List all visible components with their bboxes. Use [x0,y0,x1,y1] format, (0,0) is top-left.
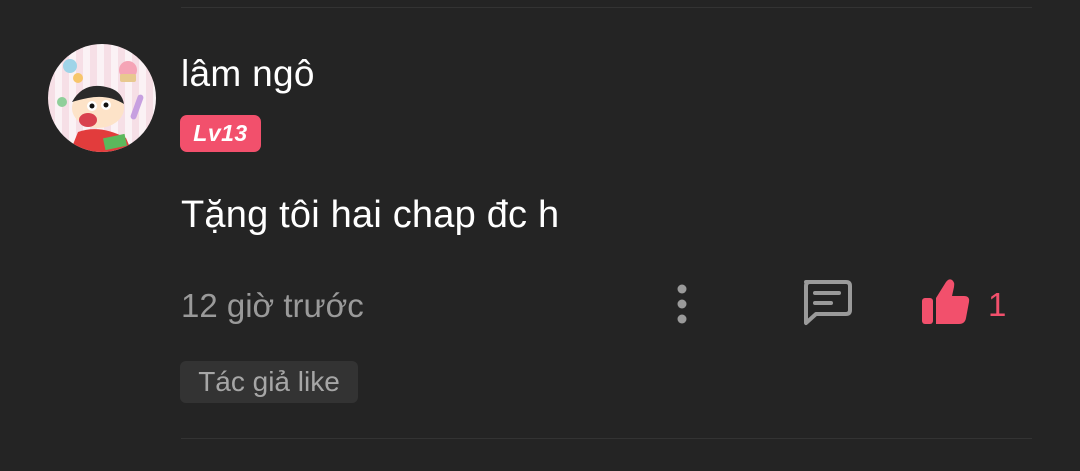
author-liked-tag: Tác giả like [180,361,358,403]
thumbs-up-icon [922,279,970,324]
like-button[interactable]: 1 [918,276,1018,330]
avatar[interactable] [48,44,156,152]
comment-icon [804,280,852,325]
avatar-image [48,44,156,152]
level-badge: Lv13 [180,115,261,152]
username[interactable]: lâm ngô [181,52,315,96]
like-count: 1 [988,286,1007,323]
top-divider [181,7,1032,8]
bottom-divider [181,438,1032,439]
more-vertical-icon [677,284,687,324]
reply-button[interactable] [798,276,854,328]
timestamp: 12 giờ trước [181,287,364,324]
more-options-button[interactable] [664,280,700,328]
comment-text: Tặng tôi hai chap đc h [181,194,560,236]
